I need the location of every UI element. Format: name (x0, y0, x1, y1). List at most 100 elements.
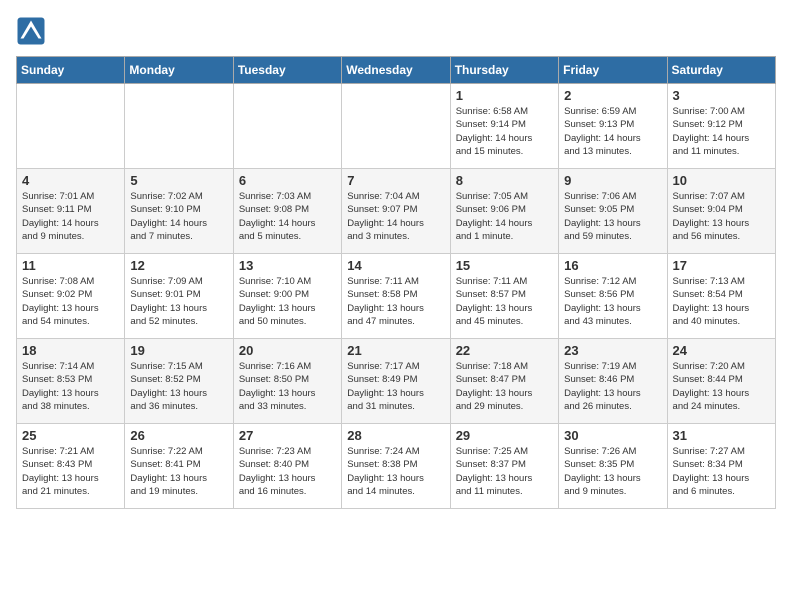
calendar-cell: 18 Sunrise: 7:14 AM Sunset: 8:53 PM Dayli… (17, 339, 125, 424)
day-number: 8 (456, 173, 553, 188)
day-number: 10 (673, 173, 770, 188)
cell-content: Sunrise: 7:14 AM Sunset: 8:53 PM Dayligh… (22, 360, 119, 413)
day-number: 16 (564, 258, 661, 273)
cell-content: Sunrise: 7:03 AM Sunset: 9:08 PM Dayligh… (239, 190, 336, 243)
cell-content: Sunrise: 7:22 AM Sunset: 8:41 PM Dayligh… (130, 445, 227, 498)
cell-content: Sunrise: 7:01 AM Sunset: 9:11 PM Dayligh… (22, 190, 119, 243)
calendar-cell: 19Sunrise: 7:15 AM Sunset: 8:52 PM Dayli… (125, 339, 233, 424)
day-header-saturday: Saturday (667, 57, 775, 84)
calendar-header-row: SundayMondayTuesdayWednesdayThursdayFrid… (17, 57, 776, 84)
cell-content: Sunrise: 7:16 AM Sunset: 8:50 PM Dayligh… (239, 360, 336, 413)
day-number: 17 (673, 258, 770, 273)
day-header-thursday: Thursday (450, 57, 558, 84)
day-header-friday: Friday (559, 57, 667, 84)
day-number: 11 (22, 258, 119, 273)
cell-content: Sunrise: 7:12 AM Sunset: 8:56 PM Dayligh… (564, 275, 661, 328)
calendar-cell (125, 84, 233, 169)
calendar-cell: 2 Sunrise: 6:59 AM Sunset: 9:13 PM Daylig… (559, 84, 667, 169)
day-number: 1 (456, 88, 553, 103)
calendar-cell: 16 Sunrise: 7:12 AM Sunset: 8:56 PM Dayli… (559, 254, 667, 339)
day-number: 21 (347, 343, 444, 358)
day-number: 3 (673, 88, 770, 103)
day-header-monday: Monday (125, 57, 233, 84)
day-number: 29 (456, 428, 553, 443)
calendar-cell: 21 Sunrise: 7:17 AM Sunset: 8:49 PM Dayli… (342, 339, 450, 424)
day-number: 24 (673, 343, 770, 358)
calendar-cell: 10 Sunrise: 7:07 AM Sunset: 9:04 PM Dayli… (667, 169, 775, 254)
calendar-cell: 17Sunrise: 7:13 AM Sunset: 8:54 PM Dayli… (667, 254, 775, 339)
day-number: 31 (673, 428, 770, 443)
cell-content: Sunrise: 7:17 AM Sunset: 8:49 PM Dayligh… (347, 360, 444, 413)
day-number: 18 (22, 343, 119, 358)
calendar-cell: 5Sunrise: 7:02 AM Sunset: 9:10 PM Daylig… (125, 169, 233, 254)
calendar-cell: 27Sunrise: 7:23 AM Sunset: 8:40 PM Dayli… (233, 424, 341, 509)
calendar-cell: 6 Sunrise: 7:03 AM Sunset: 9:08 PM Daylig… (233, 169, 341, 254)
calendar-cell: 29Sunrise: 7:25 AM Sunset: 8:37 PM Dayli… (450, 424, 558, 509)
calendar-cell: 28 Sunrise: 7:24 AM Sunset: 8:38 PM Dayli… (342, 424, 450, 509)
cell-content: Sunrise: 7:08 AM Sunset: 9:02 PM Dayligh… (22, 275, 119, 328)
week-row-3: 11 Sunrise: 7:08 AM Sunset: 9:02 PM Dayli… (17, 254, 776, 339)
calendar-cell: 31 Sunrise: 7:27 AM Sunset: 8:34 PM Dayli… (667, 424, 775, 509)
cell-content: Sunrise: 7:20 AM Sunset: 8:44 PM Dayligh… (673, 360, 770, 413)
day-number: 5 (130, 173, 227, 188)
cell-content: Sunrise: 7:24 AM Sunset: 8:38 PM Dayligh… (347, 445, 444, 498)
cell-content: Sunrise: 7:05 AM Sunset: 9:06 PM Dayligh… (456, 190, 553, 243)
cell-content: Sunrise: 7:27 AM Sunset: 8:34 PM Dayligh… (673, 445, 770, 498)
week-row-4: 18 Sunrise: 7:14 AM Sunset: 8:53 PM Dayli… (17, 339, 776, 424)
day-number: 2 (564, 88, 661, 103)
calendar-cell (233, 84, 341, 169)
day-number: 28 (347, 428, 444, 443)
calendar-cell: 14Sunrise: 7:11 AM Sunset: 8:58 PM Dayli… (342, 254, 450, 339)
cell-content: Sunrise: 7:26 AM Sunset: 8:35 PM Dayligh… (564, 445, 661, 498)
day-header-sunday: Sunday (17, 57, 125, 84)
cell-content: Sunrise: 7:23 AM Sunset: 8:40 PM Dayligh… (239, 445, 336, 498)
day-number: 20 (239, 343, 336, 358)
cell-content: Sunrise: 7:07 AM Sunset: 9:04 PM Dayligh… (673, 190, 770, 243)
cell-content: Sunrise: 7:19 AM Sunset: 8:46 PM Dayligh… (564, 360, 661, 413)
calendar-cell: 30Sunrise: 7:26 AM Sunset: 8:35 PM Dayli… (559, 424, 667, 509)
calendar-cell: 1 Sunrise: 6:58 AM Sunset: 9:14 PM Daylig… (450, 84, 558, 169)
day-number: 9 (564, 173, 661, 188)
day-number: 6 (239, 173, 336, 188)
day-number: 19 (130, 343, 227, 358)
day-number: 15 (456, 258, 553, 273)
cell-content: Sunrise: 7:21 AM Sunset: 8:43 PM Dayligh… (22, 445, 119, 498)
day-number: 4 (22, 173, 119, 188)
cell-content: Sunrise: 7:18 AM Sunset: 8:47 PM Dayligh… (456, 360, 553, 413)
calendar-cell (17, 84, 125, 169)
calendar-cell: 8 Sunrise: 7:05 AM Sunset: 9:06 PM Daylig… (450, 169, 558, 254)
calendar-cell: 15 Sunrise: 7:11 AM Sunset: 8:57 PM Dayli… (450, 254, 558, 339)
cell-content: Sunrise: 6:58 AM Sunset: 9:14 PM Dayligh… (456, 105, 553, 158)
day-number: 12 (130, 258, 227, 273)
logo-icon (16, 16, 46, 46)
week-row-5: 25Sunrise: 7:21 AM Sunset: 8:43 PM Dayli… (17, 424, 776, 509)
calendar-cell: 22 Sunrise: 7:18 AM Sunset: 8:47 PM Dayli… (450, 339, 558, 424)
calendar-cell: 7 Sunrise: 7:04 AM Sunset: 9:07 PM Daylig… (342, 169, 450, 254)
calendar-table: SundayMondayTuesdayWednesdayThursdayFrid… (16, 56, 776, 509)
cell-content: Sunrise: 7:04 AM Sunset: 9:07 PM Dayligh… (347, 190, 444, 243)
calendar-cell: 25Sunrise: 7:21 AM Sunset: 8:43 PM Dayli… (17, 424, 125, 509)
day-number: 7 (347, 173, 444, 188)
calendar-cell: 23 Sunrise: 7:19 AM Sunset: 8:46 PM Dayli… (559, 339, 667, 424)
calendar-cell: 13 Sunrise: 7:10 AM Sunset: 9:00 PM Dayli… (233, 254, 341, 339)
day-number: 13 (239, 258, 336, 273)
week-row-1: 1 Sunrise: 6:58 AM Sunset: 9:14 PM Daylig… (17, 84, 776, 169)
week-row-2: 4 Sunrise: 7:01 AM Sunset: 9:11 PM Daylig… (17, 169, 776, 254)
cell-content: Sunrise: 7:10 AM Sunset: 9:00 PM Dayligh… (239, 275, 336, 328)
day-number: 23 (564, 343, 661, 358)
calendar-cell: 24 Sunrise: 7:20 AM Sunset: 8:44 PM Dayli… (667, 339, 775, 424)
calendar-cell: 12 Sunrise: 7:09 AM Sunset: 9:01 PM Dayli… (125, 254, 233, 339)
cell-content: Sunrise: 6:59 AM Sunset: 9:13 PM Dayligh… (564, 105, 661, 158)
day-number: 26 (130, 428, 227, 443)
logo (16, 16, 50, 46)
day-header-wednesday: Wednesday (342, 57, 450, 84)
calendar-cell: 3Sunrise: 7:00 AM Sunset: 9:12 PM Daylig… (667, 84, 775, 169)
cell-content: Sunrise: 7:09 AM Sunset: 9:01 PM Dayligh… (130, 275, 227, 328)
day-header-tuesday: Tuesday (233, 57, 341, 84)
cell-content: Sunrise: 7:11 AM Sunset: 8:57 PM Dayligh… (456, 275, 553, 328)
day-number: 22 (456, 343, 553, 358)
calendar-cell: 20 Sunrise: 7:16 AM Sunset: 8:50 PM Dayli… (233, 339, 341, 424)
calendar-cell: 11 Sunrise: 7:08 AM Sunset: 9:02 PM Dayli… (17, 254, 125, 339)
calendar-cell (342, 84, 450, 169)
page-header (16, 16, 776, 46)
